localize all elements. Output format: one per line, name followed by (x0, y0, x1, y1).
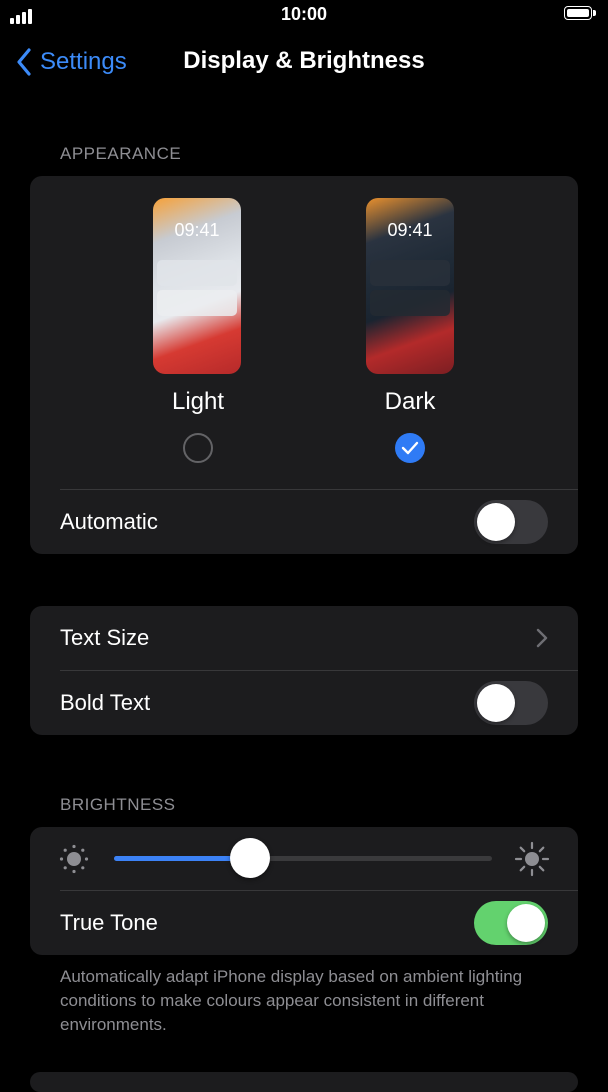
light-mode-label: Light (171, 388, 225, 415)
dark-mode-label: Dark (384, 388, 436, 415)
appearance-group: 09:41 Light 09:41 Dark Automatic (30, 176, 578, 554)
true-tone-toggle[interactable] (474, 901, 548, 945)
true-tone-footnote: Automatically adapt iPhone display based… (60, 967, 523, 1034)
page-title: Display & Brightness (183, 47, 425, 74)
true-tone-row: True Tone (30, 891, 578, 955)
bold-text-label: Bold Text (60, 690, 151, 715)
brightness-low-icon (59, 844, 89, 874)
true-tone-label: True Tone (60, 910, 158, 935)
bold-text-row: Bold Text (30, 671, 578, 735)
brightness-section-header: BRIGHTNESS (60, 795, 176, 814)
dark-mode-preview[interactable]: 09:41 (366, 198, 454, 374)
text-group: Text Size Bold Text (30, 606, 578, 735)
brightness-slider-thumb[interactable] (230, 838, 271, 878)
text-size-row[interactable]: Text Size (30, 606, 578, 670)
appearance-section-header: APPEARANCE (60, 144, 182, 163)
bold-text-toggle[interactable] (474, 681, 548, 725)
brightness-high-icon (514, 841, 550, 877)
brightness-slider[interactable] (114, 838, 492, 878)
automatic-row: Automatic (30, 490, 578, 554)
checkmark-icon (401, 441, 419, 455)
dark-preview-time: 09:41 (387, 220, 433, 240)
chevron-right-icon (536, 628, 548, 648)
text-size-label: Text Size (60, 625, 150, 650)
light-preview-time: 09:41 (174, 220, 220, 240)
dark-preview-widget (370, 260, 450, 286)
dark-mode-radio[interactable] (395, 433, 425, 463)
dark-preview-widget (370, 290, 450, 316)
status-time: 10:00 (280, 4, 328, 24)
light-preview-widget (157, 260, 237, 286)
light-mode-preview[interactable]: 09:41 (153, 198, 241, 374)
brightness-group: True Tone (30, 827, 578, 955)
automatic-label: Automatic (60, 509, 158, 534)
brightness-slider-row (30, 827, 578, 890)
light-preview-widget (157, 290, 237, 316)
next-settings-group (30, 1072, 578, 1092)
light-mode-radio[interactable] (183, 433, 213, 463)
battery-icon (564, 6, 598, 22)
automatic-toggle[interactable] (474, 500, 548, 544)
